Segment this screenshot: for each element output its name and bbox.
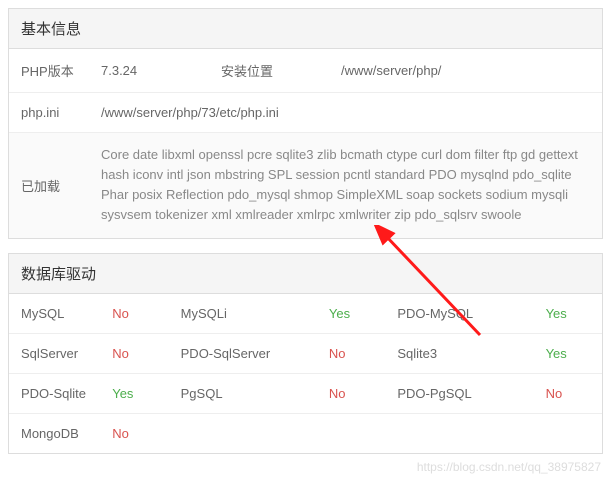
phpini-label: php.ini bbox=[9, 93, 89, 133]
install-path-label: 安装位置 bbox=[209, 49, 329, 93]
php-version-value: 7.3.24 bbox=[89, 49, 209, 93]
driver-status: No bbox=[100, 333, 168, 373]
watermark-text: https://blog.csdn.net/qq_38975827 bbox=[417, 460, 601, 474]
driver-label: MySQLi bbox=[169, 294, 317, 334]
driver-label: PDO-Sqlite bbox=[9, 373, 100, 413]
driver-status: No bbox=[100, 294, 168, 334]
driver-status: Yes bbox=[317, 294, 385, 334]
basic-info-table: PHP版本 7.3.24 安装位置 /www/server/php/ php.i… bbox=[9, 49, 602, 238]
driver-label: PDO-PgSQL bbox=[385, 373, 533, 413]
table-row: SqlServerNoPDO-SqlServerNoSqlite3Yes bbox=[9, 333, 602, 373]
install-path-value: /www/server/php/ bbox=[329, 49, 602, 93]
driver-label bbox=[169, 413, 317, 453]
php-version-label: PHP版本 bbox=[9, 49, 89, 93]
driver-status: Yes bbox=[100, 373, 168, 413]
db-drivers-table: MySQLNoMySQLiYesPDO-MySQLYesSqlServerNoP… bbox=[9, 294, 602, 453]
table-row: MongoDBNo bbox=[9, 413, 602, 453]
phpini-value: /www/server/php/73/etc/php.ini bbox=[89, 93, 602, 133]
driver-status: Yes bbox=[534, 294, 602, 334]
driver-label bbox=[385, 413, 533, 453]
driver-status: Yes bbox=[534, 333, 602, 373]
driver-status: No bbox=[100, 413, 168, 453]
loaded-extensions-value: Core date libxml openssl pcre sqlite3 zl… bbox=[89, 133, 602, 238]
table-row: 已加载 Core date libxml openssl pcre sqlite… bbox=[9, 133, 602, 238]
driver-label: MongoDB bbox=[9, 413, 100, 453]
table-row: php.ini /www/server/php/73/etc/php.ini bbox=[9, 93, 602, 133]
driver-status: No bbox=[317, 333, 385, 373]
driver-label: PDO-SqlServer bbox=[169, 333, 317, 373]
driver-label: SqlServer bbox=[9, 333, 100, 373]
driver-label: Sqlite3 bbox=[385, 333, 533, 373]
basic-info-header: 基本信息 bbox=[9, 9, 602, 49]
db-drivers-header: 数据库驱动 bbox=[9, 254, 602, 294]
table-row: PDO-SqliteYesPgSQLNoPDO-PgSQLNo bbox=[9, 373, 602, 413]
driver-status: No bbox=[534, 373, 602, 413]
driver-status: No bbox=[317, 373, 385, 413]
db-drivers-panel: 数据库驱动 MySQLNoMySQLiYesPDO-MySQLYesSqlSer… bbox=[8, 253, 603, 454]
driver-label: PgSQL bbox=[169, 373, 317, 413]
table-row: PHP版本 7.3.24 安装位置 /www/server/php/ bbox=[9, 49, 602, 93]
driver-label: MySQL bbox=[9, 294, 100, 334]
driver-status bbox=[534, 413, 602, 453]
loaded-label: 已加载 bbox=[9, 133, 89, 238]
table-row: MySQLNoMySQLiYesPDO-MySQLYes bbox=[9, 294, 602, 334]
driver-label: PDO-MySQL bbox=[385, 294, 533, 334]
driver-status bbox=[317, 413, 385, 453]
basic-info-panel: 基本信息 PHP版本 7.3.24 安装位置 /www/server/php/ … bbox=[8, 8, 603, 239]
